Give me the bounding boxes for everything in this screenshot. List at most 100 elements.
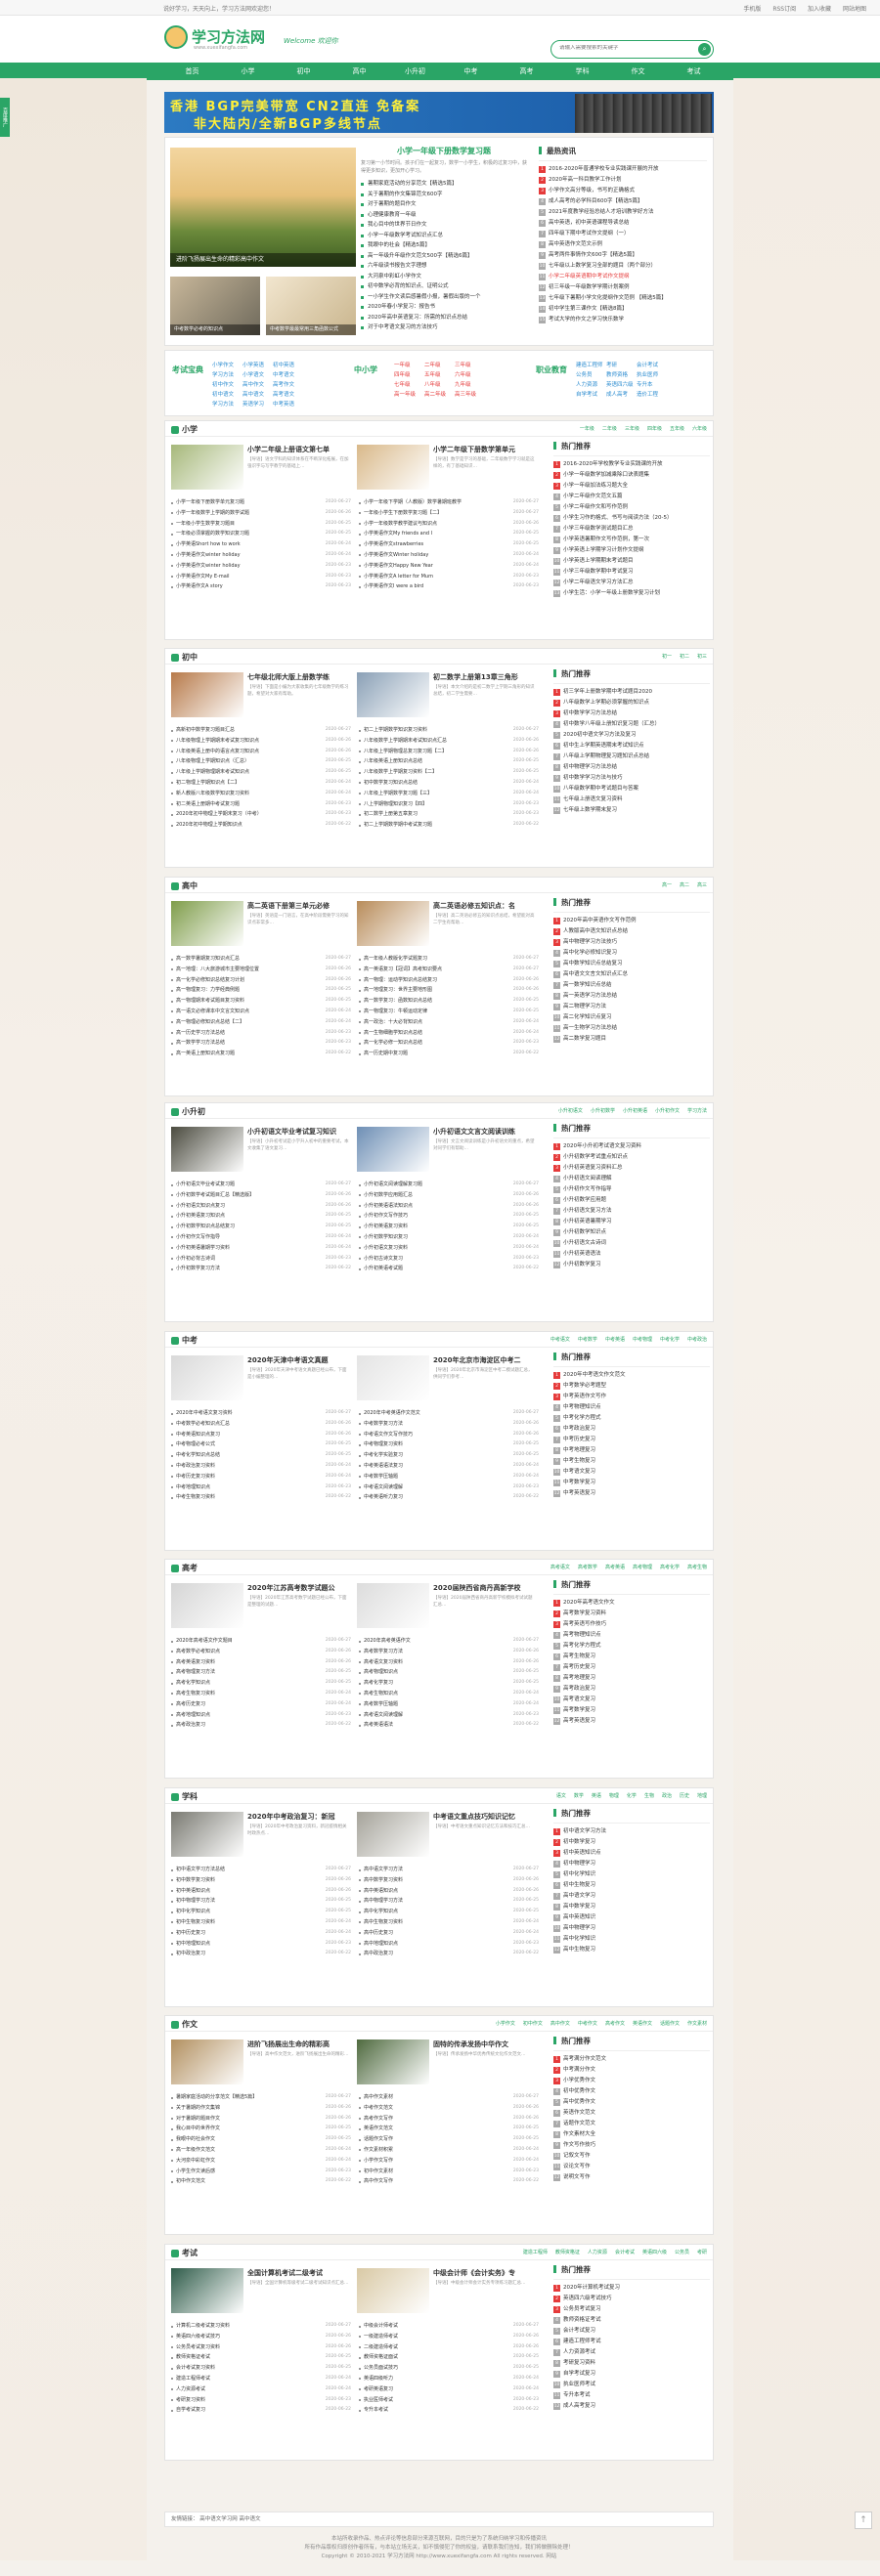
list-item[interactable]: 一年级必须掌握的数学知识复习题 2020-06-25 bbox=[171, 529, 351, 539]
list-item[interactable]: 高考语文复习资料 2020-06-26 bbox=[359, 1657, 539, 1668]
list-item[interactable]: 小学一年级下册数学单元复习题 2020-06-27 bbox=[171, 497, 351, 508]
news-item[interactable]: 14 初中学生第三课作文【精选8篇】 bbox=[539, 304, 707, 315]
site-logo[interactable]: 学习方法网 www.xuexifangfa.com bbox=[164, 23, 265, 53]
list-item[interactable]: 暑期家庭活动的分享范文【精选5篇】 2020-06-27 bbox=[171, 2092, 351, 2103]
section-sub-link[interactable]: 建造工程师 bbox=[523, 2250, 548, 2255]
hot-item[interactable]: 12 高中生物复习 bbox=[553, 1945, 710, 1955]
section-sub-link[interactable]: 中考政治 bbox=[687, 1337, 707, 1343]
hot-item[interactable]: 5 高考化学方程式 bbox=[553, 1641, 710, 1652]
list-item[interactable]: 中考历史复习资料 2020-06-24 bbox=[171, 1472, 351, 1482]
hot-item[interactable]: 3 小升初英语复习资料汇总 bbox=[553, 1163, 710, 1174]
hot-item[interactable]: 10 八年级数学期中考试题目与答案 bbox=[553, 784, 710, 794]
list-item[interactable]: 小升初英语考试题 2020-06-22 bbox=[359, 1264, 539, 1274]
hot-item[interactable]: 4 高考物理知识点 bbox=[553, 1630, 710, 1641]
article-title[interactable]: 高二英语必修五知识点：名 bbox=[433, 901, 536, 911]
list-item[interactable]: 高考化学知识点 2020-06-25 bbox=[171, 1678, 351, 1689]
list-item[interactable]: 心理健康教育一年级 bbox=[361, 210, 527, 221]
list-item[interactable]: 高中作文写作 2020-06-22 bbox=[359, 2176, 539, 2187]
list-item[interactable]: 小学生作文读后感 2020-06-23 bbox=[171, 2167, 351, 2177]
hot-item[interactable]: 11 小学三年级数学期中考试复习 bbox=[553, 567, 710, 578]
section-sub-link[interactable]: 物理 bbox=[609, 1793, 619, 1799]
news-item[interactable]: 10 七年级以上数学复习全部的题目（两个部分） bbox=[539, 261, 707, 272]
list-item[interactable]: 小学英语作文My E-mail 2020-06-23 bbox=[171, 572, 351, 582]
article-title[interactable]: 小升初语文文言文阅读训练 bbox=[433, 1127, 536, 1137]
news-item[interactable]: 11 小学二年级英语期中考试作文提纲 bbox=[539, 272, 707, 282]
hot-item[interactable]: 12 成人高考复习 bbox=[553, 2401, 710, 2412]
list-item[interactable]: 八年级数学上学期期末考试知识点汇总 2020-06-26 bbox=[359, 736, 539, 747]
hot-item[interactable]: 5 2020初中语文学习方法及复习 bbox=[553, 730, 710, 741]
hot-item[interactable]: 7 八年级上学期物理复习题知识点总结 bbox=[553, 751, 710, 762]
category-link[interactable]: 自学考试 bbox=[576, 390, 606, 400]
hot-item[interactable]: 3 小学优秀作文 bbox=[553, 2076, 710, 2086]
category-link[interactable]: 高一年级 bbox=[394, 390, 424, 400]
category-link[interactable]: 学习方法 bbox=[212, 400, 242, 409]
section-sub-link[interactable]: 五年级 bbox=[670, 426, 684, 432]
list-item[interactable]: 公务员考试复习资料 2020-06-26 bbox=[171, 2342, 351, 2353]
hot-item[interactable]: 11 高一生物学习方法总结 bbox=[553, 1023, 710, 1034]
list-item[interactable]: 暑期家庭活动的分享范文【精选5篇】 bbox=[361, 179, 527, 190]
section-title[interactable]: 中考 bbox=[171, 1335, 198, 1346]
section-title[interactable]: 小学 bbox=[171, 424, 198, 435]
section-sub-link[interactable]: 小升初数学 bbox=[591, 1108, 615, 1114]
list-item[interactable]: 高一数学暑期复习知识点汇总 2020-06-27 bbox=[171, 954, 351, 965]
hot-item[interactable]: 4 教师资格证考试 bbox=[553, 2315, 710, 2326]
hot-item[interactable]: 1 2020年小升初考试语文复习资料 bbox=[553, 1141, 710, 1152]
article-thumbnail[interactable] bbox=[357, 672, 429, 717]
hot-item[interactable]: 4 高中化学必修知识复习 bbox=[553, 948, 710, 959]
section-title[interactable]: 高中 bbox=[171, 880, 198, 891]
list-item[interactable]: 中考数学必考知识点汇总 2020-06-26 bbox=[171, 1419, 351, 1430]
list-item[interactable]: 高考作文写作 2020-06-26 bbox=[359, 2114, 539, 2125]
list-item[interactable]: 高考数学压轴题 2020-06-24 bbox=[359, 1699, 539, 1710]
hot-item[interactable]: 5 高中优秀作文 bbox=[553, 2097, 710, 2108]
hot-item[interactable]: 5 会计考试复习 bbox=[553, 2326, 710, 2337]
hot-item[interactable]: 11 中考数学复习 bbox=[553, 1478, 710, 1488]
list-item[interactable]: 高考化学复习 2020-06-25 bbox=[359, 1678, 539, 1689]
list-item[interactable]: 考研英语复习 2020-06-24 bbox=[359, 2384, 539, 2395]
article-title[interactable]: 2020年天津中考语文真题 bbox=[247, 1355, 350, 1365]
section-sub-link[interactable]: 语文 bbox=[556, 1793, 566, 1799]
list-item[interactable]: 大河泉中彩虹小学作文 bbox=[361, 272, 527, 282]
hot-item[interactable]: 2 初中数学复习 bbox=[553, 1837, 710, 1848]
category-link[interactable]: 四年级 bbox=[394, 370, 424, 380]
list-item[interactable]: 初中数学复习知识点总结 2020-06-24 bbox=[359, 778, 539, 789]
list-item[interactable]: 小升初古诗文复习 2020-06-23 bbox=[359, 1254, 539, 1265]
section-sub-link[interactable]: 作文素材 bbox=[687, 2021, 707, 2027]
news-item[interactable]: 3 小学作文高分等级，书写的正确格式 bbox=[539, 186, 707, 196]
article-thumbnail[interactable] bbox=[171, 1355, 243, 1400]
category-link[interactable]: 初中作文 bbox=[212, 380, 242, 390]
list-item[interactable]: 中考作文范文 2020-06-26 bbox=[359, 2103, 539, 2114]
hot-item[interactable]: 6 英语作文范文 bbox=[553, 2108, 710, 2119]
category-link[interactable]: 高考语文 bbox=[273, 390, 303, 400]
list-item[interactable]: 2020年中考英语作文范文 2020-06-27 bbox=[359, 1408, 539, 1419]
article-thumbnail[interactable] bbox=[171, 1127, 243, 1172]
hot-item[interactable]: 9 高二物理学习方法 bbox=[553, 1002, 710, 1012]
section-sub-link[interactable]: 高一 bbox=[662, 882, 672, 888]
list-item[interactable]: 小升初英语复习资料 2020-06-25 bbox=[359, 1222, 539, 1232]
list-item[interactable]: 高一数学复习：函数知识点总结 2020-06-25 bbox=[359, 996, 539, 1007]
section-sub-link[interactable]: 小升初英语 bbox=[623, 1108, 647, 1114]
list-item[interactable]: 2020年春小学复习：报告书 bbox=[361, 302, 527, 313]
friend-link[interactable]: 高中语文 bbox=[240, 2516, 261, 2522]
section-sub-link[interactable]: 高考数学 bbox=[578, 1565, 597, 1570]
list-item[interactable]: 小学英语作文strawberries 2020-06-25 bbox=[359, 539, 539, 550]
nav-item[interactable]: 学科 bbox=[554, 63, 610, 80]
category-link[interactable]: 执业医师 bbox=[637, 370, 667, 380]
category-link[interactable]: 小学英语 bbox=[242, 361, 273, 370]
list-item[interactable]: 小升初作文写作技巧 2020-06-25 bbox=[359, 1211, 539, 1222]
article-thumbnail[interactable] bbox=[171, 1583, 243, 1628]
list-item[interactable]: 初中英语知识点 2020-06-26 bbox=[171, 1886, 351, 1897]
list-item[interactable]: 高新初中数学复习题目汇总 2020-06-27 bbox=[171, 725, 351, 736]
hot-item[interactable]: 3 高考英语写作技巧 bbox=[553, 1619, 710, 1630]
hot-item[interactable]: 8 高考地理复习 bbox=[553, 1673, 710, 1684]
article-thumbnail[interactable] bbox=[357, 2268, 429, 2313]
section-sub-link[interactable]: 初中作文 bbox=[523, 2021, 543, 2027]
section-title[interactable]: 高考 bbox=[171, 1563, 198, 1573]
hot-item[interactable]: 4 小升初语文阅读理解 bbox=[553, 1174, 710, 1184]
hot-item[interactable]: 10 高中物理学习 bbox=[553, 1923, 710, 1934]
hot-item[interactable]: 8 中考地理复习 bbox=[553, 1445, 710, 1456]
article-title[interactable]: 高二英语下册第三单元必修 bbox=[247, 901, 350, 911]
list-item[interactable]: 专升本考试 2020-06-22 bbox=[359, 2405, 539, 2416]
list-item[interactable]: 六年级读书报告文字理想 bbox=[361, 261, 527, 272]
hot-item[interactable]: 12 小学二年级语文学习方法汇总 bbox=[553, 578, 710, 588]
section-sub-link[interactable]: 高考作文 bbox=[605, 2021, 625, 2027]
